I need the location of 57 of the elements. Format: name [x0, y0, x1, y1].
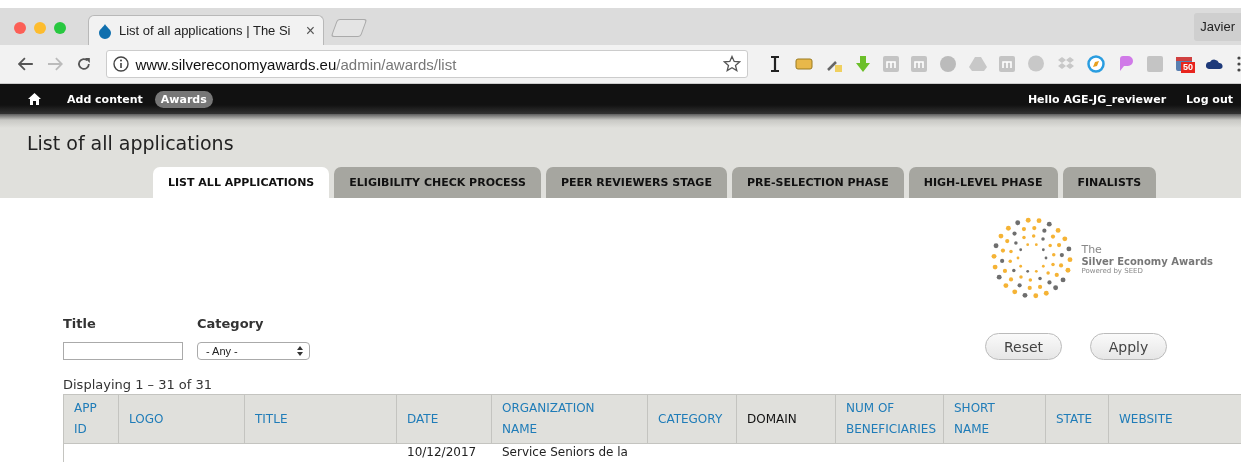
close-tab-button[interactable]: × — [305, 21, 315, 40]
category-dropdown[interactable]: - Any - — [197, 342, 310, 360]
info-icon — [113, 56, 130, 72]
tab[interactable]: HIGH-LEVEL PHASE — [908, 167, 1058, 198]
menu-icon[interactable] — [1237, 56, 1241, 72]
tab[interactable]: FINALISTS — [1062, 167, 1157, 198]
table-cell: 10/12/2017 — [407, 445, 477, 459]
home-icon[interactable] — [28, 93, 41, 105]
drop-icon — [97, 22, 113, 39]
back-icon[interactable] — [18, 57, 34, 71]
reload-icon[interactable] — [75, 56, 92, 72]
petal-icon[interactable] — [1117, 55, 1135, 73]
column-header-link[interactable]: APP ID — [74, 398, 104, 440]
user-greeting: Hello AGE-JG_reviewer — [1027, 92, 1167, 106]
result-summary: Displaying 1 – 31 of 31 — [63, 377, 214, 392]
page-title: List of all applications — [27, 132, 235, 154]
updown-icon — [297, 346, 303, 356]
tab[interactable]: PRE-SELECTION PHASE — [731, 167, 904, 198]
star-icon[interactable] — [723, 55, 741, 73]
column-header-link[interactable]: ORGANIZATION NAME — [502, 398, 612, 440]
field-label: Title — [63, 316, 97, 331]
tab-title: List of all applications | The Si — [119, 23, 292, 38]
extension-icon[interactable] — [911, 56, 927, 72]
field-label: Category — [197, 316, 265, 331]
maximize-window-button[interactable] — [54, 21, 66, 34]
close-window-button[interactable] — [14, 21, 26, 34]
url-text: www.silvereconomyawards.eu/admin/awards/list — [135, 55, 457, 73]
download-arrow-icon[interactable] — [855, 55, 871, 73]
tab[interactable]: LIST ALL APPLICATIONS — [153, 167, 330, 198]
compass-icon[interactable] — [1087, 55, 1105, 73]
logo-text: The — [1081, 243, 1103, 256]
minimize-window-button[interactable] — [34, 21, 46, 34]
cloud-icon[interactable] — [1205, 58, 1225, 70]
forward-icon[interactable] — [46, 57, 63, 71]
new-tab-button[interactable] — [330, 19, 368, 37]
tab[interactable]: ELIGIBILITY CHECK PROCESS — [334, 167, 541, 198]
column-header-link[interactable]: LOGO — [129, 408, 164, 430]
admin-menu-item[interactable]: Awards — [154, 90, 213, 108]
extension-icon[interactable] — [999, 56, 1015, 72]
chat-bubble-icon[interactable] — [1027, 55, 1045, 73]
tab[interactable]: PEER REVIEWERS STAGE — [545, 167, 727, 198]
column-header-link[interactable]: SHORT NAME — [954, 398, 1014, 440]
extension-icon[interactable] — [883, 56, 899, 72]
table-cell: Service Seniors de la — [502, 445, 628, 459]
column-header: DOMAIN — [747, 412, 797, 426]
title-input-field[interactable] — [63, 342, 183, 360]
profile-button[interactable]: Javier — [1194, 12, 1241, 41]
dropbox-icon[interactable] — [1057, 56, 1075, 72]
logo-text: Silver Economy Awards — [1081, 256, 1213, 267]
count-badge: 50 — [1181, 62, 1196, 73]
address-bar[interactable]: www.silvereconomyawards.eu/admin/awards/list — [106, 50, 748, 78]
admin-menu-item[interactable]: Add content — [61, 90, 149, 108]
browser-tab[interactable]: List of all applications | The Si × — [88, 15, 324, 45]
column-header-link[interactable]: NUM OF BENEFICIARIES — [846, 398, 936, 440]
logout-link[interactable]: Log out — [1180, 90, 1233, 108]
filter-button[interactable]: Reset — [985, 333, 1062, 360]
filter-button[interactable]: Apply — [1090, 333, 1167, 360]
